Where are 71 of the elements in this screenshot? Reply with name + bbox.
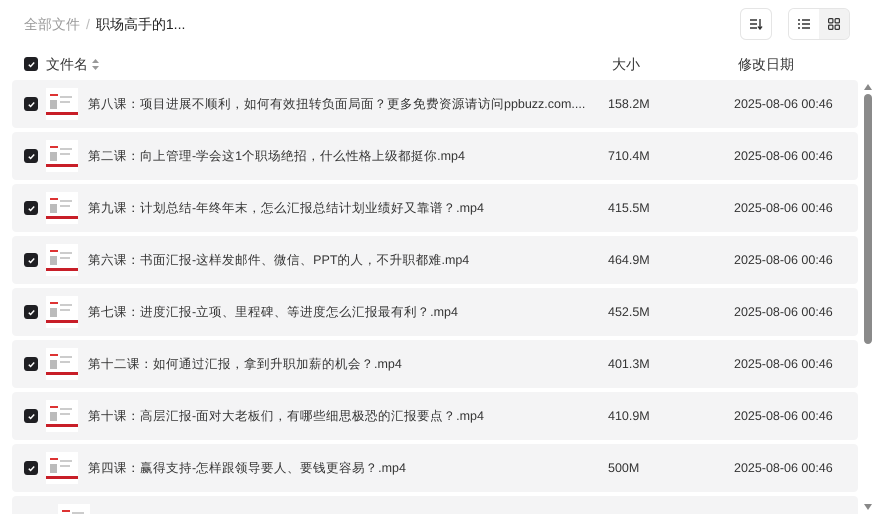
video-thumbnail	[46, 452, 78, 484]
scroll-up-icon[interactable]	[864, 84, 872, 90]
file-date: 2025-08-06 00:46	[734, 96, 834, 113]
file-name: 第四课：赢得支持-怎样跟领导要人、要钱更容易？.mp4	[88, 460, 407, 477]
scroll-down-icon[interactable]	[864, 504, 872, 510]
file-row[interactable]: 第四课：赢得支持-怎样跟领导要人、要钱更容易？.mp4 500M 2025-08-06 00:46	[12, 444, 858, 492]
checkmark-icon	[26, 308, 36, 316]
video-thumbnail	[46, 348, 78, 380]
file-date: 2025-08-06 00:46	[734, 304, 834, 321]
file-size: 464.9M	[608, 252, 651, 269]
checkmark-icon	[26, 412, 36, 420]
video-thumbnail	[46, 400, 78, 432]
file-date: 2025-08-06 00:46	[734, 460, 834, 477]
file-row[interactable]: 第十课：高层汇报-面对大老板们，有哪些细思极恐的汇报要点？.mp4 410.9M 2025-08-06 00:46	[12, 392, 858, 440]
sort-button[interactable]	[740, 8, 772, 40]
file-row[interactable]: 第二课：向上管理-学会这1个职场绝招，什么性格上级都挺你.mp4 710.4M 2025-08-06 00:46	[12, 132, 858, 180]
checkbox[interactable]	[24, 57, 38, 71]
checkbox[interactable]	[24, 409, 38, 423]
file-date: 2025-08-06 00:46	[734, 408, 834, 425]
file-size: 710.4M	[608, 148, 651, 165]
file-name: 第八课：项目进展不顺利，如何有效扭转负面局面？更多免费资源请访问ppbuzz.com....	[88, 96, 586, 113]
file-row[interactable]: 第十二课：如何通过汇报，拿到升职加薪的机会？.mp4 401.3M 2025-08-06 00:46	[12, 340, 858, 388]
video-thumbnail	[46, 192, 78, 224]
file-date: 2025-08-06 00:46	[734, 200, 834, 217]
file-size: 452.5M	[608, 304, 651, 321]
checkmark-icon	[26, 60, 36, 68]
breadcrumb-link[interactable]: 职场高手的1...	[96, 14, 186, 34]
file-row[interactable]: 第八课：项目进展不顺利，如何有效扭转负面局面？更多免费资源请访问ppbuzz.com.... 158.2M 2025-08-06 00:46	[12, 80, 858, 128]
list-icon	[798, 19, 810, 29]
file-row[interactable]: 第七课：进度汇报-立项、里程碑、等进度怎么汇报最有利？.mp4 452.5M 2025-08-06 00:46	[12, 288, 858, 336]
file-row[interactable]: 第九课：计划总结-年终年末，怎么汇报总结计划业绩好又靠谱？.mp4 415.5M 2025-08-06 00:46	[12, 184, 858, 232]
checkmark-icon	[26, 152, 36, 160]
column-header[interactable]: 文件名	[46, 54, 88, 74]
checkbox[interactable]	[24, 97, 38, 111]
checkmark-icon	[26, 464, 36, 472]
grid-view-button[interactable]	[819, 9, 849, 39]
checkbox[interactable]	[24, 305, 38, 319]
checkbox[interactable]	[24, 357, 38, 371]
file-row[interactable]: 第六课：书面汇报-这样发邮件、微信、PPT的人，不升职都难.mp4 464.9M 2025-08-06 00:46	[12, 236, 858, 284]
file-date: 2025-08-06 00:46	[734, 252, 834, 269]
file-size: 415.5M	[608, 200, 651, 217]
checkmark-icon	[26, 204, 36, 212]
file-name: 第九课：计划总结-年终年末，怎么汇报总结计划业绩好又靠谱？.mp4	[88, 200, 485, 217]
file-size: 410.9M	[608, 408, 651, 425]
file-size: 158.2M	[608, 96, 651, 113]
file-name: 第十课：高层汇报-面对大老板们，有哪些细思极恐的汇报要点？.mp4	[88, 408, 485, 425]
video-thumbnail	[46, 88, 78, 120]
checkmark-icon	[26, 100, 36, 108]
checkbox[interactable]	[24, 253, 38, 267]
file-name: 第七课：进度汇报-立项、里程碑、等进度怎么汇报最有利？.mp4	[88, 304, 459, 321]
file-date: 2025-08-06 00:46	[734, 148, 834, 165]
checkbox[interactable]	[24, 149, 38, 163]
file-date: 2025-08-06 00:46	[734, 356, 834, 373]
sort-icon	[749, 18, 763, 30]
video-thumbnail	[46, 140, 78, 172]
sort-arrows-icon[interactable]	[92, 58, 99, 70]
file-name: 第十二课：如何通过汇报，拿到升职加薪的机会？.mp4	[88, 356, 403, 373]
checkbox[interactable]	[24, 461, 38, 475]
video-thumbnail	[46, 244, 78, 276]
checkmark-icon	[26, 360, 36, 368]
checkbox[interactable]	[24, 201, 38, 215]
column-header: 修改日期	[738, 54, 795, 74]
file-name: 第二课：向上管理-学会这1个职场绝招，什么性格上级都挺你.mp4	[88, 148, 466, 165]
column-header: 大小	[612, 54, 641, 74]
file-size: 401.3M	[608, 356, 651, 373]
checkmark-icon	[26, 256, 36, 264]
file-size: 500M	[608, 460, 640, 477]
grid-icon	[828, 18, 840, 30]
file-name: 第六课：书面汇报-这样发邮件、微信、PPT的人，不升职都难.mp4	[88, 252, 470, 269]
video-thumbnail	[46, 296, 78, 328]
breadcrumb-separator: /	[86, 14, 90, 34]
